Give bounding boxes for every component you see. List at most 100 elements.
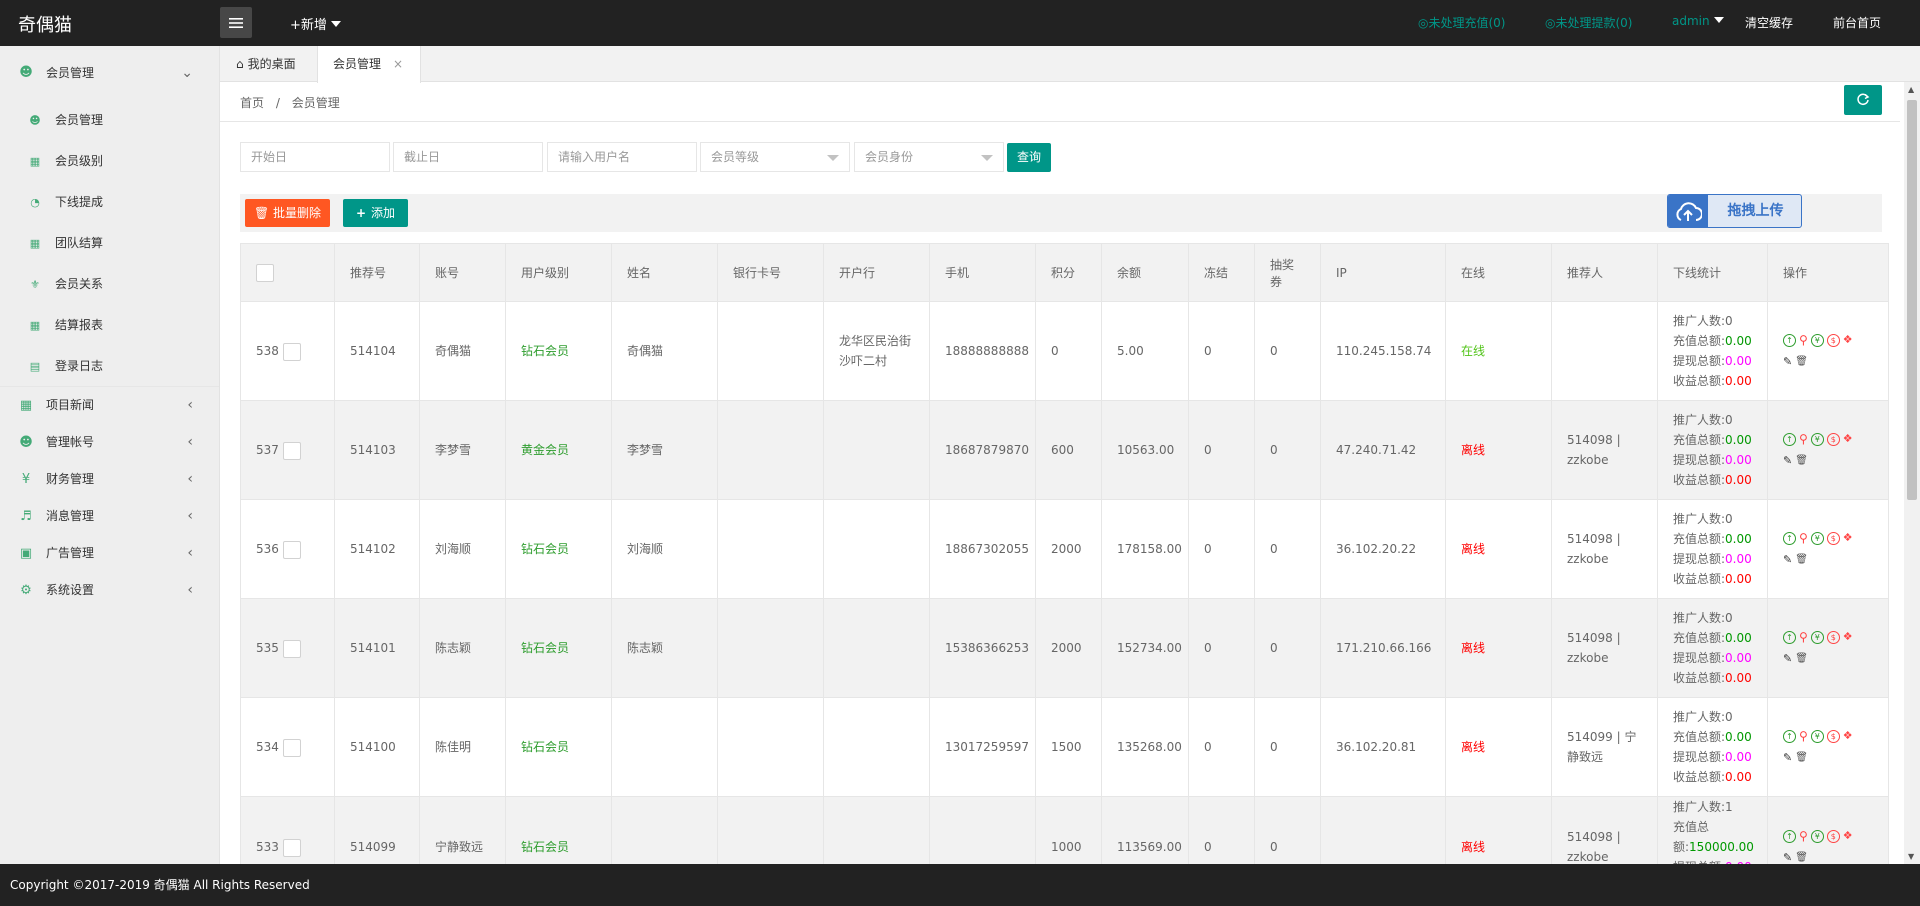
search-icon[interactable]: ⚲	[1799, 627, 1808, 647]
delete-icon[interactable]: 🗑	[1795, 550, 1808, 570]
promote-icon[interactable]: ↑	[1783, 829, 1796, 843]
scrollbar-thumb[interactable]	[1907, 100, 1917, 500]
dollar-icon[interactable]: $	[1826, 630, 1840, 644]
page-scrollbar[interactable]: ▲ ▼	[1904, 82, 1920, 864]
sidebar-item-member-level[interactable]: ▦ 会员级别	[0, 141, 219, 182]
search-icon[interactable]: ⚲	[1799, 726, 1808, 746]
sidebar-item-member-manage[interactable]: ☻ 会员管理	[0, 100, 219, 141]
dollar-icon[interactable]: $	[1826, 829, 1840, 843]
promote-icon[interactable]: ↑	[1783, 630, 1796, 644]
new-menu[interactable]: +新增	[290, 14, 341, 33]
delete-icon[interactable]: 🗑	[1795, 649, 1808, 669]
sidebar-group-ads[interactable]: ▣ 广告管理 ‹	[0, 535, 219, 572]
ref-value: 514101	[350, 641, 396, 655]
dollar-icon[interactable]: $	[1826, 531, 1840, 545]
promote-icon[interactable]: ↑	[1783, 333, 1796, 347]
frozen-cell: 0	[1188, 598, 1255, 698]
row-checkbox[interactable]	[282, 540, 301, 559]
tab-desktop[interactable]: ⌂ 我的桌面	[236, 46, 296, 82]
balance-value: 5.00	[1117, 344, 1144, 358]
edit-icon[interactable]: ✎	[1783, 649, 1792, 669]
tag-icon[interactable]: ❖	[1843, 726, 1853, 746]
balance-cell: 178158.00	[1101, 499, 1189, 599]
delete-icon[interactable]: 🗑	[1795, 352, 1808, 372]
yuan-icon[interactable]: ¥	[1810, 531, 1824, 545]
stat-label: 推广人数:	[1673, 512, 1726, 526]
pending-recharge-link[interactable]: ◎未处理充值(0)	[1418, 14, 1505, 31]
row-checkbox[interactable]	[282, 838, 301, 857]
delete-icon[interactable]: 🗑	[1795, 451, 1808, 471]
search-icon[interactable]: ⚲	[1799, 826, 1808, 846]
dollar-icon[interactable]: $	[1826, 333, 1840, 347]
promote-icon[interactable]: ↑	[1783, 432, 1796, 446]
cloud-upload-icon	[1668, 195, 1708, 227]
sidebar-group-member[interactable]: ☻ 会员管理 ⌄	[0, 46, 219, 100]
promote-icon[interactable]: ↑	[1783, 729, 1796, 743]
edit-icon[interactable]: ✎	[1783, 550, 1792, 570]
identity-select[interactable]: 会员身份	[854, 142, 1004, 172]
search-icon[interactable]: ⚲	[1799, 528, 1808, 548]
sidebar-item-team-settle[interactable]: ▦ 团队结算	[0, 223, 219, 264]
online-value: 离线	[1461, 443, 1486, 457]
refresh-button[interactable]	[1844, 85, 1882, 115]
app-logo[interactable]: 奇偶猫	[18, 11, 72, 37]
row-checkbox[interactable]	[282, 639, 301, 658]
row-checkbox[interactable]	[282, 441, 301, 460]
sidebar-item-login-log[interactable]: ▤ 登录日志	[0, 346, 219, 387]
row-checkbox[interactable]	[282, 342, 301, 361]
upload-label: 拖拽上传	[1727, 203, 1784, 219]
start-date-input[interactable]: 开始日	[240, 142, 390, 172]
name-value: 陈志颖	[627, 641, 664, 655]
column-header: 开户行	[823, 243, 930, 302]
dollar-icon[interactable]: $	[1826, 729, 1840, 743]
id-cell: 535	[240, 598, 335, 698]
drag-upload-button[interactable]: 拖拽上传	[1667, 194, 1802, 228]
tag-icon[interactable]: ❖	[1843, 528, 1853, 548]
username-input[interactable]: 请输入用户名	[547, 142, 697, 172]
sidebar-item-report[interactable]: ▦ 结算报表	[0, 305, 219, 346]
sidebar-item-relation[interactable]: ⚜ 会员关系	[0, 264, 219, 305]
end-date-input[interactable]: 截止日	[393, 142, 543, 172]
user-menu[interactable]: admin	[1672, 14, 1724, 28]
sidebar-item-commission[interactable]: ◔ 下线提成	[0, 182, 219, 223]
yuan-icon[interactable]: ¥	[1810, 829, 1824, 843]
sidebar-group-news[interactable]: ▦ 项目新闻 ‹	[0, 387, 219, 424]
sidebar-group-finance[interactable]: ¥ 财务管理 ‹	[0, 461, 219, 498]
edit-icon[interactable]: ✎	[1783, 748, 1792, 768]
promote-icon[interactable]: ↑	[1783, 531, 1796, 545]
account-value: 陈志颖	[435, 641, 472, 655]
search-icon[interactable]: ⚲	[1799, 330, 1808, 350]
close-icon[interactable]: ×	[393, 57, 403, 71]
tag-icon[interactable]: ❖	[1843, 627, 1853, 647]
yuan-icon[interactable]: ¥	[1810, 432, 1824, 446]
branch-cell	[823, 400, 930, 500]
sidebar-group-messages[interactable]: ♬ 消息管理 ‹	[0, 498, 219, 535]
menu-toggle-button[interactable]	[220, 7, 252, 38]
sidebar-group-accounts[interactable]: ☻ 管理帐号 ‹	[0, 424, 219, 461]
edit-icon[interactable]: ✎	[1783, 352, 1792, 372]
tag-icon[interactable]: ❖	[1843, 826, 1853, 846]
batch-delete-button[interactable]: 🗑 批量删除	[245, 199, 330, 227]
yuan-icon[interactable]: ¥	[1810, 333, 1824, 347]
sidebar-group-settings[interactable]: ⚙ 系统设置 ‹	[0, 572, 219, 609]
tag-icon[interactable]: ❖	[1843, 429, 1853, 449]
search-icon[interactable]: ⚲	[1799, 429, 1808, 449]
pending-withdraw-link[interactable]: ◎未处理提款(0)	[1545, 14, 1632, 31]
scroll-up-icon[interactable]: ▲	[1908, 85, 1914, 94]
scroll-down-icon[interactable]: ▼	[1908, 852, 1914, 861]
clear-cache-link[interactable]: 清空缓存	[1745, 14, 1793, 31]
edit-icon[interactable]: ✎	[1783, 451, 1792, 471]
dollar-icon[interactable]: $	[1826, 432, 1840, 446]
tag-icon[interactable]: ❖	[1843, 330, 1853, 350]
breadcrumb-home[interactable]: 首页	[240, 96, 264, 110]
tab-member[interactable]: 会员管理 ×	[317, 46, 421, 83]
level-select[interactable]: 会员等级	[700, 142, 850, 172]
select-all-checkbox[interactable]	[256, 263, 274, 282]
query-button[interactable]: 查询	[1007, 143, 1051, 172]
yuan-icon[interactable]: ¥	[1810, 630, 1824, 644]
add-button[interactable]: + 添加	[343, 199, 408, 227]
yuan-icon[interactable]: ¥	[1810, 729, 1824, 743]
front-home-link[interactable]: 前台首页	[1833, 14, 1881, 31]
row-checkbox[interactable]	[282, 738, 301, 757]
delete-icon[interactable]: 🗑	[1795, 748, 1808, 768]
